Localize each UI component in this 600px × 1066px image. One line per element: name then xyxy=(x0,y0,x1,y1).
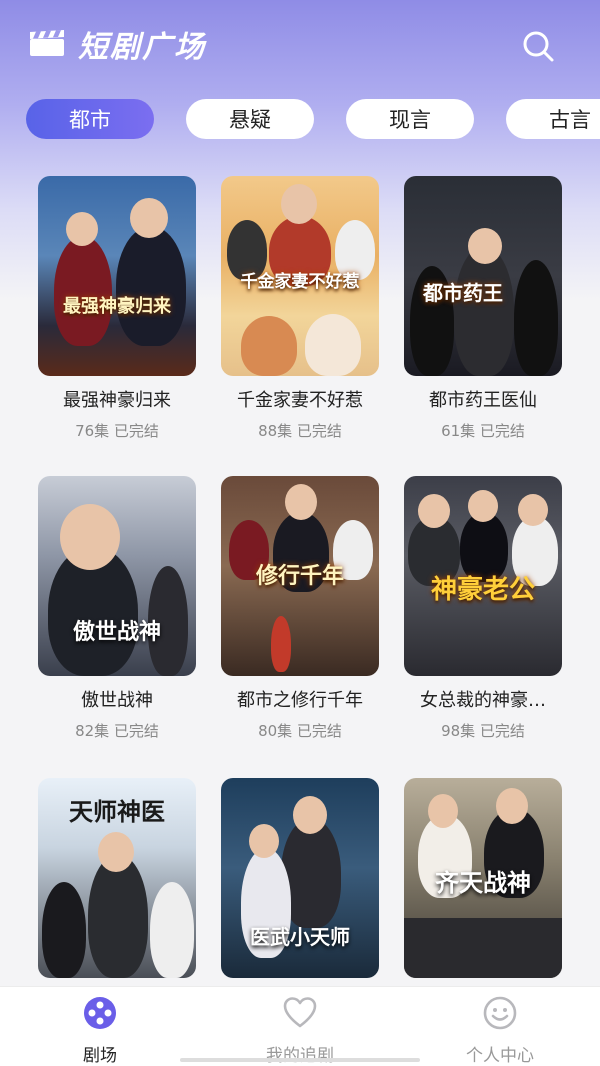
poster-title: 傲世战神 xyxy=(72,620,161,645)
tab-xianyan[interactable]: 现言 xyxy=(346,99,474,139)
drama-poster[interactable]: 最强神豪归来 xyxy=(38,176,196,376)
home-indicator xyxy=(180,1058,420,1062)
drama-poster[interactable]: 都市药王 xyxy=(404,176,562,376)
drama-poster[interactable]: 傲世战神 xyxy=(38,476,196,676)
drama-card[interactable]: 最强神豪归来 最强神豪归来 76集 已完结 xyxy=(38,176,196,441)
app-title: 短剧广场 xyxy=(78,30,206,65)
poster-title: 千金家妻不好惹 xyxy=(240,272,360,292)
smile-face-icon xyxy=(483,996,517,1030)
drama-meta: 80集 已完结 xyxy=(258,722,342,740)
nav-profile[interactable]: 个人中心 xyxy=(430,995,570,1066)
drama-title: 女总裁的神豪… xyxy=(420,690,546,711)
drama-meta: 76集 已完结 xyxy=(75,422,159,440)
search-icon[interactable] xyxy=(520,28,556,64)
poster-title: 齐天战神 xyxy=(435,869,531,897)
tab-xuanyi[interactable]: 悬疑 xyxy=(186,99,314,139)
drama-meta: 88集 已完结 xyxy=(258,422,342,440)
poster-title: 医武小天师 xyxy=(250,925,350,949)
bottom-navigation: 剧场 我的追剧 个人中心 xyxy=(0,986,600,1066)
drama-title: 都市药王医仙 xyxy=(429,390,537,411)
drama-poster[interactable]: 千金家妻不好惹 xyxy=(221,176,379,376)
nav-theater[interactable]: 剧场 xyxy=(30,995,170,1066)
nav-my-follows[interactable]: 我的追剧 xyxy=(230,995,370,1066)
drama-poster[interactable]: 齐天战神 xyxy=(404,778,562,978)
poster-title: 最强神豪归来 xyxy=(63,296,171,317)
drama-title: 傲世战神 xyxy=(81,690,153,711)
top-bar: 短剧广场 xyxy=(0,0,600,90)
drama-title: 千金家妻不好惹 xyxy=(237,390,363,411)
drama-card[interactable]: 神豪老公 女总裁的神豪… 98集 已完结 xyxy=(404,476,562,741)
drama-card[interactable]: 修行千年 都市之修行千年 80集 已完结 xyxy=(221,476,379,741)
drama-card[interactable]: 千金家妻不好惹 千金家妻不好惹 88集 已完结 xyxy=(221,176,379,441)
drama-title: 最强神豪归来 xyxy=(63,390,171,411)
clapperboard-icon xyxy=(30,30,64,56)
drama-meta: 61集 已完结 xyxy=(441,422,525,440)
drama-poster[interactable]: 神豪老公 xyxy=(404,476,562,676)
drama-card[interactable]: 都市药王 都市药王医仙 61集 已完结 xyxy=(404,176,562,441)
nav-label: 个人中心 xyxy=(466,1046,534,1066)
drama-card[interactable]: 医武小天师 xyxy=(221,778,379,996)
poster-title: 天师神医 xyxy=(69,798,165,826)
poster-title: 都市药王 xyxy=(423,281,503,305)
theater-icon xyxy=(84,997,116,1029)
nav-label: 我的追剧 xyxy=(266,1046,334,1066)
poster-title: 修行千年 xyxy=(255,564,344,589)
drama-card[interactable]: 傲世战神 傲世战神 82集 已完结 xyxy=(38,476,196,741)
drama-poster[interactable]: 修行千年 xyxy=(221,476,379,676)
drama-meta: 98集 已完结 xyxy=(441,722,525,740)
poster-title: 神豪老公 xyxy=(430,575,535,605)
category-tabs: 都市 悬疑 现言 古言 xyxy=(26,99,600,141)
drama-poster[interactable]: 天师神医 xyxy=(38,778,196,978)
drama-poster[interactable]: 医武小天师 xyxy=(221,778,379,978)
drama-meta: 82集 已完结 xyxy=(75,722,159,740)
drama-card[interactable]: 天师神医 xyxy=(38,778,196,996)
tab-guyan[interactable]: 古言 xyxy=(506,99,600,139)
drama-title: 都市之修行千年 xyxy=(237,690,363,711)
drama-card[interactable]: 齐天战神 xyxy=(404,778,562,996)
heart-icon xyxy=(283,997,317,1028)
nav-label: 剧场 xyxy=(83,1046,117,1066)
tab-dushi[interactable]: 都市 xyxy=(26,99,154,139)
